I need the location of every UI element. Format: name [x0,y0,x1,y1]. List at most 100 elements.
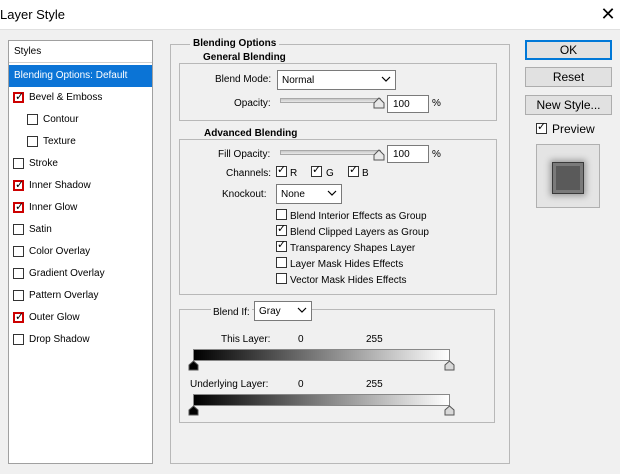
style-item-label: Gradient Overlay [29,268,105,279]
layer-mask-hides-label: Layer Mask Hides Effects [290,259,404,270]
style-item-label: Pattern Overlay [29,290,99,301]
bevel-emboss-checkbox[interactable]: ✓ [13,91,25,103]
style-item-label: Bevel & Emboss [29,92,103,103]
new-style-button[interactable]: New Style... [525,95,612,115]
style-item-label: Drop Shadow [29,334,90,345]
transparency-shapes-checkbox[interactable]: ✓ [276,239,287,252]
style-item-texture[interactable]: Texture [9,131,152,153]
opacity-value: 100 [393,99,410,110]
inner-shadow-checkbox[interactable]: ✓ [13,179,25,191]
fill-opacity-slider-thumb[interactable] [373,149,385,161]
ok-button[interactable]: OK [525,40,612,60]
chevron-down-icon [297,307,307,313]
inner-glow-checkbox[interactable]: ✓ [13,201,25,213]
texture-checkbox[interactable] [27,136,38,147]
underlying-layer-gradient-frame [193,394,450,406]
style-item-outer-glow[interactable]: ✓ Outer Glow [9,307,152,329]
general-blending-title: General Blending [200,52,289,63]
channel-b-checkbox[interactable]: ✓ [348,164,359,177]
chevron-down-icon [381,76,391,82]
style-item-satin[interactable]: Satin [9,219,152,241]
advanced-blending-title: Advanced Blending [201,128,301,139]
style-item-blending-options[interactable]: Blending Options: Default [9,65,152,87]
style-item-color-overlay[interactable]: Color Overlay [9,241,152,263]
title-bar: Layer Style ✕ [0,0,620,30]
blending-options-title: Blending Options [190,38,280,49]
blend-interior-checkbox[interactable] [276,209,287,220]
underlying-layer-white-thumb[interactable] [444,405,455,416]
this-layer-label: This Layer: [221,334,271,345]
blend-if-select[interactable]: Gray [254,301,312,321]
styles-header: Styles [9,41,152,63]
blend-mode-select[interactable]: Normal [277,70,396,90]
contour-checkbox[interactable] [27,114,38,125]
style-item-drop-shadow[interactable]: Drop Shadow [9,329,152,351]
style-item-gradient-overlay[interactable]: Gradient Overlay [9,263,152,285]
blend-mode-value: Normal [282,75,315,86]
close-icon[interactable]: ✕ [600,5,616,23]
fill-opacity-slider[interactable] [280,150,381,155]
opacity-unit: % [432,98,441,109]
checkmark-icon: ✓ [277,223,287,235]
blend-clipped-checkbox[interactable]: ✓ [276,223,287,236]
blend-interior-label: Blend Interior Effects as Group [290,211,427,222]
style-item-label: Inner Glow [29,202,78,213]
style-item-contour[interactable]: Contour [9,109,152,131]
style-item-label: Contour [43,114,79,125]
fill-opacity-label: Fill Opacity: [218,149,271,160]
knockout-select[interactable]: None [276,184,342,204]
style-preview [536,144,600,208]
style-item-label: Inner Shadow [29,180,91,191]
checkmark-icon: ✓ [277,239,287,251]
pattern-overlay-checkbox[interactable] [13,290,24,301]
style-item-label: Stroke [29,158,58,169]
fill-opacity-unit: % [432,149,441,160]
preview-label: Preview [552,122,595,136]
opacity-field[interactable]: 100 [387,95,429,113]
vector-mask-hides-checkbox[interactable] [276,273,287,284]
style-item-pattern-overlay[interactable]: Pattern Overlay [9,285,152,307]
this-layer-black-thumb[interactable] [188,360,199,371]
this-layer-gradient-frame [193,349,450,361]
checkmark-icon: ✓ [15,91,25,103]
channel-b-label: B [362,168,369,179]
channel-r-checkbox[interactable]: ✓ [276,164,287,177]
style-item-stroke[interactable]: Stroke [9,153,152,175]
checkmark-icon: ✓ [15,201,25,213]
preview-checkbox[interactable]: ✓ [536,121,547,134]
channel-g-label: G [326,168,334,179]
style-item-label: Texture [43,136,76,147]
layer-mask-hides-checkbox[interactable] [276,257,287,268]
style-item-label: Satin [29,224,52,235]
cancel-button[interactable]: Reset [525,67,612,87]
checkmark-icon: ✓ [15,179,25,191]
color-overlay-checkbox[interactable] [13,246,24,257]
styles-panel: Styles Blending Options: Default ✓ Bevel… [8,40,153,464]
underlying-layer-max: 255 [366,379,383,390]
outer-glow-checkbox[interactable]: ✓ [13,311,24,323]
chevron-down-icon [327,190,337,196]
channel-g-checkbox[interactable]: ✓ [311,164,322,177]
preview-swatch [552,162,584,194]
checkmark-icon: ✓ [537,121,547,133]
stroke-checkbox[interactable] [13,158,24,169]
style-item-inner-glow[interactable]: ✓ Inner Glow [9,197,152,219]
fill-opacity-value: 100 [393,149,410,160]
underlying-layer-gradient [194,395,449,405]
this-layer-gradient [194,350,449,360]
gradient-overlay-checkbox[interactable] [13,268,24,279]
knockout-label: Knockout: [222,189,267,200]
style-item-inner-shadow[interactable]: ✓ Inner Shadow [9,175,152,197]
style-item-bevel-emboss[interactable]: ✓ Bevel & Emboss [9,87,152,109]
blend-mode-label: Blend Mode: [215,74,272,85]
underlying-layer-black-thumb[interactable] [188,405,199,416]
satin-checkbox[interactable] [13,224,24,235]
this-layer-white-thumb[interactable] [444,360,455,371]
style-item-label: Blending Options: Default [14,70,128,81]
fill-opacity-field[interactable]: 100 [387,145,429,163]
opacity-slider-thumb[interactable] [373,97,385,109]
drop-shadow-checkbox[interactable] [13,334,24,345]
channel-r-label: R [290,168,298,179]
opacity-slider[interactable] [280,98,381,103]
underlying-layer-label: Underlying Layer: [190,379,269,390]
